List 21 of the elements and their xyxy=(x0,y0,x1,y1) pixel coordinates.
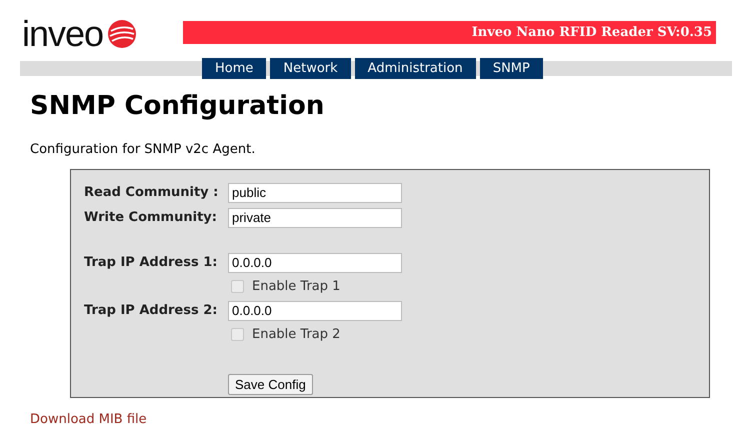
checkbox-label: Enable Trap 2 xyxy=(252,327,340,342)
save-button[interactable]: Save Config xyxy=(228,374,313,395)
logo-text: inveo xyxy=(22,16,104,52)
field-label: Read Community : xyxy=(84,185,220,200)
nav-tab[interactable]: Administration xyxy=(354,58,476,79)
banner-title: Inveo Nano RFID Reader SV:0.35 xyxy=(472,24,712,40)
text-field[interactable]: private xyxy=(228,208,402,228)
field-label: Trap IP Address 1: xyxy=(84,255,218,270)
globe-logo-icon xyxy=(107,19,138,49)
download-link[interactable]: Download MIB file xyxy=(30,412,147,427)
field-label: Trap IP Address 2: xyxy=(84,303,218,318)
nav-tab[interactable]: Home xyxy=(202,58,266,79)
text-field[interactable]: 0.0.0.0 xyxy=(228,252,402,272)
nav-tab[interactable]: Network xyxy=(270,58,351,79)
text-field[interactable]: 0.0.0.0 xyxy=(228,300,402,320)
nav-tab[interactable]: SNMP xyxy=(480,58,543,79)
page-description: Configuration for SNMP v2c Agent. xyxy=(30,142,256,157)
page-title: SNMP Configuration xyxy=(30,90,326,123)
checkbox-label: Enable Trap 1 xyxy=(252,279,340,294)
text-field[interactable]: public xyxy=(228,182,402,202)
field-label: Write Community: xyxy=(84,210,218,225)
